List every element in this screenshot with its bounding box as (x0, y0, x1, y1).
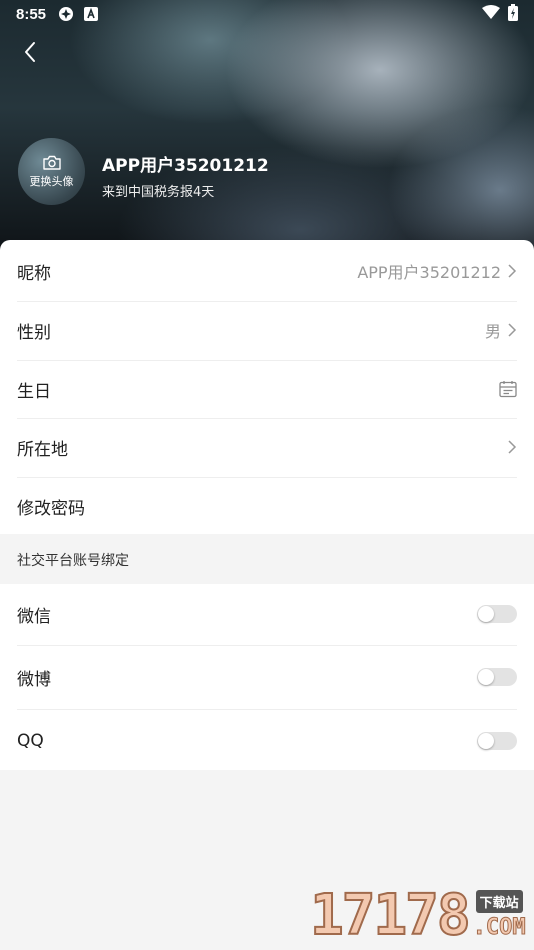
calendar-icon (499, 381, 517, 398)
wifi-icon (482, 5, 500, 23)
wechat-row: 微信 (0, 584, 534, 644)
profile-settings-card: 昵称 APP用户35201212 性别 男 生日 所在地 修改密码 (0, 240, 534, 534)
divider (17, 709, 517, 710)
battery-icon (508, 3, 518, 25)
social-bind-card: 微信 微博 QQ (0, 584, 534, 770)
wechat-bind-toggle[interactable] (477, 605, 517, 623)
weibo-label: 微博 (17, 669, 51, 690)
toggle-knob (478, 606, 494, 622)
location-label: 所在地 (17, 439, 68, 460)
social-section-title: 社交平台账号绑定 (17, 553, 129, 569)
profile-header: 8:55 更换头像 APP用户35201212 来到中国税务报4天 (0, 0, 534, 270)
nickname-value: APP用户35201212 (357, 263, 501, 282)
chevron-right-icon (508, 323, 517, 337)
weibo-bind-toggle[interactable] (477, 668, 517, 686)
qq-row: QQ (0, 711, 534, 771)
chevron-left-icon (25, 42, 35, 62)
user-days-text: 来到中国税务报4天 (102, 185, 215, 200)
toggle-knob (478, 669, 494, 685)
watermark-com: .COM (472, 915, 526, 941)
birthday-label: 生日 (17, 381, 51, 402)
qq-bind-toggle[interactable] (477, 732, 517, 750)
back-button[interactable] (14, 36, 46, 68)
chevron-right-icon (508, 264, 517, 278)
chevron-right-icon (508, 440, 517, 454)
gender-value: 男 (484, 322, 501, 341)
qq-label: QQ (17, 731, 44, 751)
gender-label: 性别 (17, 322, 51, 343)
camera-icon (42, 155, 61, 170)
watermark-number: 17178 (309, 883, 472, 948)
nickname-row[interactable]: 昵称 APP用户35201212 (0, 242, 534, 300)
app-a-icon (84, 7, 99, 21)
change-password-row[interactable]: 修改密码 (0, 477, 534, 535)
user-name: APP用户35201212 (102, 156, 269, 176)
watermark-logo: 17178 下载站 .COM (309, 883, 526, 948)
toggle-knob (478, 733, 494, 749)
divider (17, 645, 517, 646)
status-bar: 8:55 (0, 0, 534, 28)
watermark-tag: 下载站 (475, 890, 523, 913)
gender-row[interactable]: 性别 男 (0, 301, 534, 359)
location-row[interactable]: 所在地 (0, 418, 534, 476)
birthday-row[interactable]: 生日 (0, 360, 534, 418)
status-time: 8:55 (16, 5, 47, 23)
wechat-label: 微信 (17, 606, 51, 627)
weibo-row: 微博 (0, 647, 534, 707)
change-password-label: 修改密码 (17, 498, 85, 519)
avatar-change-button[interactable]: 更换头像 (18, 138, 85, 205)
app-notification-icon (58, 6, 74, 22)
nickname-label: 昵称 (17, 263, 51, 284)
avatar-label: 更换头像 (29, 174, 74, 188)
